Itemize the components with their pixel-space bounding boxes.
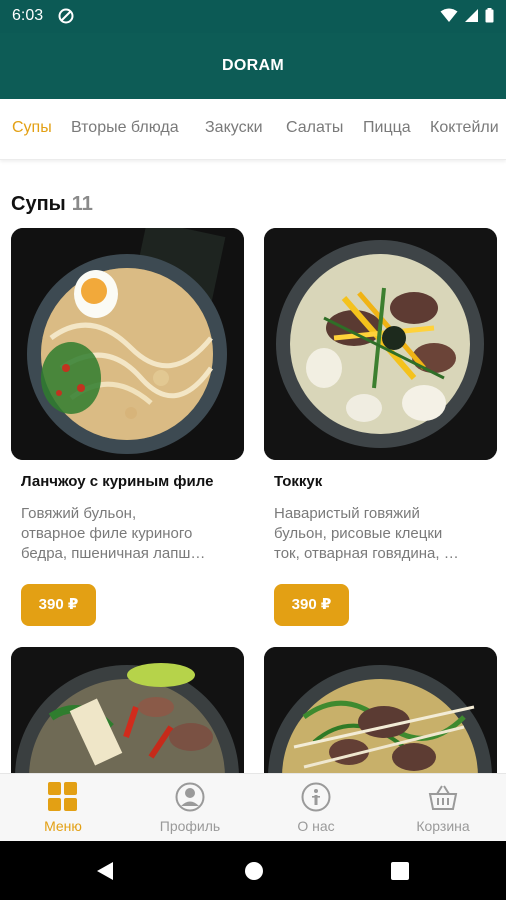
nav-menu[interactable]: Меню (0, 774, 126, 842)
nav-menu-label: Меню (44, 818, 82, 834)
info-icon (301, 782, 331, 812)
product-description: Говяжий бульон, отварное филе куриного б… (21, 505, 206, 562)
home-icon[interactable] (244, 861, 264, 886)
system-navigation-bar (0, 841, 506, 900)
section-title: Супы 11 (11, 193, 93, 216)
nav-profile[interactable]: Профиль (127, 774, 253, 842)
section-count: 11 (71, 193, 93, 215)
product-image-tteokguk (264, 228, 497, 460)
product-description: Наваристый говяжий бульон, рисовые клецк… (274, 505, 459, 562)
nav-about[interactable]: О нас (253, 774, 379, 842)
signal-icon (464, 8, 479, 28)
section-name: Супы (11, 193, 66, 215)
grid-icon (48, 782, 78, 812)
nav-cart-label: Корзина (416, 818, 470, 834)
profile-icon (175, 782, 205, 812)
price-button[interactable]: 390 ₽ (21, 584, 96, 626)
status-bar: 6:03 (0, 0, 506, 33)
recents-icon[interactable] (391, 862, 409, 885)
nav-cart[interactable]: Корзина (380, 774, 506, 842)
product-name: Токкук (274, 473, 323, 490)
price-button[interactable]: 390 ₽ (274, 584, 349, 626)
back-icon[interactable] (96, 861, 114, 886)
product-image-ramen (11, 228, 244, 460)
basket-icon (428, 782, 458, 812)
tab-soups[interactable]: Супы (12, 119, 52, 137)
tab-snacks[interactable]: Закуски (205, 119, 263, 137)
status-time: 6:03 (12, 7, 44, 24)
app-title: DORAM (222, 57, 284, 74)
app-bar: DORAM (0, 33, 506, 99)
bottom-navigation: Меню Профиль О нас Корзина (0, 773, 506, 842)
category-tabs: Супы Вторые блюда Закуски Салаты Пицца К… (0, 99, 506, 160)
tab-pizza[interactable]: Пицца (363, 119, 411, 137)
tab-cocktails[interactable]: Коктейли (430, 119, 499, 137)
nav-about-label: О нас (297, 818, 335, 834)
battery-icon (485, 8, 494, 28)
tab-main-dishes[interactable]: Вторые блюда (71, 119, 179, 137)
product-name: Ланчжоу с куриным филе (21, 473, 214, 490)
wifi-icon (440, 8, 458, 28)
do-not-disturb-icon (58, 8, 74, 29)
tab-salads[interactable]: Салаты (286, 119, 343, 137)
nav-profile-label: Профиль (159, 818, 221, 834)
